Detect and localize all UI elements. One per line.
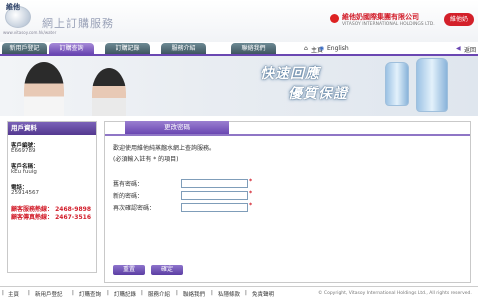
operator-photo-2 (92, 68, 126, 116)
footer-separator: | (245, 290, 247, 296)
fax-label: 顧客傳真熱線： (11, 214, 54, 221)
operator-photo-1 (24, 62, 64, 116)
tab-order-history[interactable]: 訂購記錄 (105, 43, 150, 54)
site-title: 網上訂購服務 (42, 17, 114, 30)
footer-link-order-query[interactable]: 訂購查詢 (79, 290, 101, 298)
back-arrow-icon[interactable]: ◀ (456, 45, 461, 52)
footer-separator: | (28, 290, 30, 296)
tab-order-query[interactable]: 訂購查詢 (49, 43, 94, 54)
water-bottle-image-1 (385, 62, 409, 106)
required-marker: * (249, 190, 253, 197)
footer-separator: | (211, 290, 213, 296)
footer-separator: | (141, 290, 143, 296)
banner-slogan-2: 優質保證 (288, 86, 348, 102)
new-password-label: 新的密碼： (113, 193, 144, 200)
old-password-input[interactable] (181, 179, 248, 188)
brand-badge: 維他奶 (444, 13, 474, 26)
confirm-button[interactable]: 確定 (151, 265, 183, 275)
intro-text: 歡迎使用維他純蒸餾水網上查詢服務。 (113, 145, 216, 152)
english-link[interactable]: English (327, 45, 349, 52)
site-url: www.vitasoy.com.hk/water (3, 30, 57, 35)
home-icon[interactable]: ⌂ (304, 45, 308, 52)
user-info-panel: 用戶資料 客戶編號： E669789 客戶名稱： kEu fuuig 電話： 2… (7, 121, 97, 273)
fax-text: 顧客傳真熱線： 2467-3516 (11, 212, 91, 221)
change-password-panel: 更改密碼 歡迎使用維他純蒸餾水網上查詢服務。 (必須輸入註有 * 的項目) 舊有… (104, 121, 471, 283)
main-nav: 新用戶登記 訂購查詢 訂購記錄 服務介紹 聯絡我們 (0, 43, 300, 54)
banner-slogan-1: 快速回應 (260, 66, 320, 82)
water-bottle-image-2 (416, 58, 448, 112)
tab-contact[interactable]: 聯絡我們 (231, 43, 276, 54)
footer-separator: | (72, 290, 74, 296)
required-marker: * (249, 178, 253, 185)
footer-link-contact[interactable]: 聯絡我們 (183, 290, 205, 298)
footer-separator: | (176, 290, 178, 296)
user-info-title: 用戶資料 (8, 122, 96, 135)
logo-text: 維他 (6, 3, 20, 11)
footer-separator: | (107, 290, 109, 296)
footer-divider (0, 286, 478, 287)
customer-name-value: kEu fuuig (11, 169, 37, 175)
footer-link-services[interactable]: 服務介紹 (148, 290, 170, 298)
back-link[interactable]: 返回 (464, 45, 476, 54)
corporate-logo-icon (330, 14, 339, 23)
customer-no-value: E669789 (11, 148, 36, 154)
phone-value: 25914567 (11, 190, 39, 196)
fax-number: 2467-3516 (55, 214, 91, 221)
corporate-name-en: VITASOY INTERNATIONAL HOLDINGS LTD. (342, 22, 435, 27)
copyright-text: © Copyright, Vitasoy International Holdi… (318, 291, 472, 296)
footer-link-home[interactable]: 主頁 (8, 290, 19, 298)
footer-link-order-history[interactable]: 訂購記錄 (114, 290, 136, 298)
tab-register[interactable]: 新用戶登記 (2, 43, 47, 54)
old-password-label: 舊有密碼： (113, 181, 144, 188)
new-password-input[interactable] (181, 191, 248, 200)
globe-icon[interactable]: ◉ (319, 45, 324, 52)
footer-link-disclaimer[interactable]: 免責聲明 (252, 290, 274, 298)
required-note: (必須輸入註有 * 的項目) (113, 156, 179, 163)
corporate-name-zh: 維他奶國際集團有限公司 (342, 13, 419, 21)
footer-link-privacy[interactable]: 私隱條款 (218, 290, 240, 298)
required-marker: * (249, 202, 253, 209)
confirm-password-label: 再次確認密碼： (113, 205, 156, 212)
banner: 快速回應 優質保證 (0, 56, 478, 116)
tab-services[interactable]: 服務介紹 (161, 43, 206, 54)
header: 維他 網上訂購服務 www.vitasoy.com.hk/water 維他奶國際… (0, 0, 478, 42)
footer-separator: | (2, 290, 4, 296)
panel-divider (105, 134, 470, 136)
confirm-password-input[interactable] (181, 203, 248, 212)
footer-link-register[interactable]: 新用戶登記 (35, 290, 63, 298)
change-password-tab: 更改密碼 (125, 121, 229, 134)
reset-button[interactable]: 重置 (113, 265, 145, 275)
